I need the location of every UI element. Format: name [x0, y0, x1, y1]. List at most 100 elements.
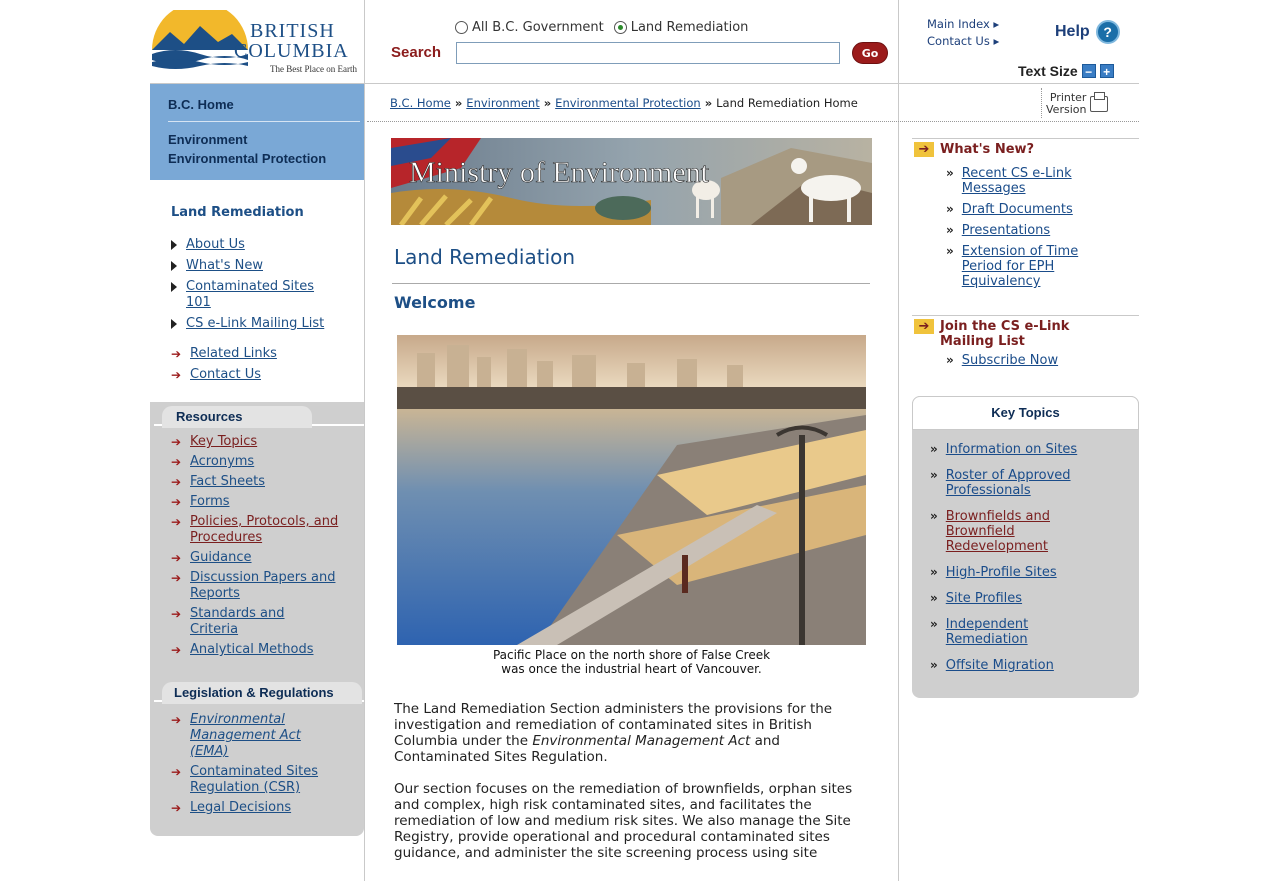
help-button[interactable]: Help ? [1055, 20, 1120, 44]
whats-new-list: » Recent CS e-Link Messages » Draft Docume… [946, 166, 1126, 295]
logo-line2: COLUMBIA [234, 40, 349, 62]
bc-logo[interactable]: BRITISH COLUMBIA The Best Place on Earth [150, 8, 364, 80]
res-key-topics[interactable]: Key Topics [190, 434, 257, 450]
nav-whats-new[interactable]: What's New [186, 258, 263, 274]
caption-line2: was once the industrial heart of Vancouv… [501, 662, 762, 676]
nav-cs-elink-mailing-list[interactable]: CS e-Link Mailing List [186, 316, 324, 332]
res-policies[interactable]: Policies, Protocols, and Procedures [190, 514, 340, 546]
contact-us-top-link[interactable]: Contact Us ▸ [927, 33, 999, 50]
kt-roster[interactable]: Roster of Approved Professionals [946, 468, 1106, 498]
list-item: » Offsite Migration [930, 658, 1130, 673]
arrow-icon: ➔ [171, 643, 182, 657]
list-item: ➔ Forms [171, 494, 340, 510]
kt-brownfields[interactable]: Brownfields and Brownfield Redevelopment [946, 509, 1076, 554]
res-guidance[interactable]: Guidance [190, 550, 252, 566]
double-chevron-icon: » [930, 442, 938, 456]
whats-new-rule [912, 138, 1139, 139]
radio-land-remediation[interactable]: Land Remediation [613, 20, 749, 35]
breadcrumb-environmental-protection[interactable]: Environmental Protection [555, 96, 701, 110]
left-nav-links: ➔ Related Links ➔ Contact Us [171, 346, 277, 388]
list-item: » Independent Remediation [930, 617, 1130, 647]
arrow-icon: ➔ [171, 765, 182, 779]
leg-ema[interactable]: Environmental Management Act (EMA) [190, 712, 330, 760]
search-input[interactable] [456, 42, 840, 64]
kt-information-on-sites[interactable]: Information on Sites [946, 442, 1077, 457]
res-acronyms[interactable]: Acronyms [190, 454, 254, 470]
photo-image [397, 335, 866, 645]
banner-image: Ministry of Environment [391, 138, 872, 225]
list-item: Contaminated Sites 101 [171, 279, 336, 311]
resources-heading: Resources [162, 406, 312, 428]
arrow-icon: ➔ [171, 435, 182, 449]
breadcrumb: B.C. Home » Environment » Environmental … [390, 96, 858, 110]
left-nav-main: Land Remediation About Us What's New Con… [150, 180, 364, 402]
list-item: » Information on Sites [930, 442, 1130, 457]
breadcrumb-environment[interactable]: Environment [466, 96, 539, 110]
printer-label: Printer Version [1046, 91, 1087, 116]
resources-panel: Resources ➔ Key Topics ➔ Acronyms ➔ Fact Sh… [150, 402, 364, 836]
arrow-icon: ➔ [171, 347, 182, 361]
kt-independent-remediation[interactable]: Independent Remediation [946, 617, 1056, 647]
left-divider [364, 0, 365, 881]
list-item: ➔ Legal Decisions [171, 800, 350, 816]
res-fact-sheets[interactable]: Fact Sheets [190, 474, 265, 490]
nav-contact-us[interactable]: Contact Us [190, 367, 261, 383]
list-item: ➔ Contact Us [171, 367, 277, 383]
nav-contaminated-sites-101[interactable]: Contaminated Sites 101 [186, 279, 336, 311]
nav-related-links[interactable]: Related Links [190, 346, 277, 362]
double-chevron-icon: » [930, 617, 938, 631]
text-decrease-icon[interactable]: − [1081, 64, 1096, 79]
bc-home-link[interactable]: B.C. Home [168, 97, 234, 112]
list-item: What's New [171, 258, 336, 274]
text-increase-icon[interactable]: + [1099, 64, 1114, 79]
list-item: » Extension of Time Period for EPH Equiva… [946, 244, 1126, 289]
whats-new-recent-cs[interactable]: Recent CS e-Link Messages [962, 166, 1102, 196]
resources-list: ➔ Key Topics ➔ Acronyms ➔ Fact Sheets ➔ Form… [171, 434, 340, 662]
res-analytical-methods[interactable]: Analytical Methods [190, 642, 314, 658]
breadcrumb-bc-home[interactable]: B.C. Home [390, 96, 451, 110]
subscribe-now-link[interactable]: Subscribe Now [962, 353, 1058, 368]
res-standards[interactable]: Standards and Criteria [190, 606, 320, 638]
kt-offsite-migration[interactable]: Offsite Migration [946, 658, 1054, 673]
kt-high-profile-sites[interactable]: High-Profile Sites [946, 565, 1057, 580]
leg-csr[interactable]: Contaminated Sites Regulation (CSR) [190, 764, 350, 796]
double-chevron-icon: » [946, 244, 954, 258]
ministry-banner: Ministry of Environment [391, 138, 872, 225]
list-item: ➔ Discussion Papers and Reports [171, 570, 340, 602]
printer-version-button[interactable]: Printer Version [1046, 91, 1109, 116]
logo-tagline: The Best Place on Earth [270, 64, 357, 74]
land-remediation-heading: Land Remediation [171, 205, 304, 220]
list-item: ➔ Environmental Management Act (EMA) [171, 712, 350, 760]
main-index-link[interactable]: Main Index ▸ [927, 16, 999, 33]
whats-new-presentations[interactable]: Presentations [962, 223, 1050, 238]
list-item: CS e-Link Mailing List [171, 316, 336, 332]
list-item: ➔ Key Topics [171, 434, 340, 450]
arrow-icon: ➔ [171, 515, 182, 529]
key-topics-list: » Information on Sites » Roster of Approve… [930, 442, 1130, 679]
res-forms[interactable]: Forms [190, 494, 230, 510]
banner-text: Ministry of Environment [409, 156, 710, 189]
list-item: ➔ Fact Sheets [171, 474, 340, 490]
nav-about-us[interactable]: About Us [186, 237, 245, 253]
left-nav-section[interactable]: Environment Environmental Protection [168, 130, 326, 168]
whats-new-extension[interactable]: Extension of Time Period for EPH Equival… [962, 244, 1112, 289]
radio-icon [455, 21, 468, 34]
radio-all-bc-government[interactable]: All B.C. Government [455, 20, 604, 35]
list-item: ➔ Related Links [171, 346, 277, 362]
whats-new-draft-documents[interactable]: Draft Documents [962, 202, 1073, 217]
radio-label: Land Remediation [630, 20, 749, 35]
search-scope-group: All B.C. Government Land Remediation [455, 20, 748, 35]
join-list: » Subscribe Now [946, 353, 1058, 374]
welcome-heading: Welcome [394, 293, 476, 312]
list-item: ➔ Standards and Criteria [171, 606, 340, 638]
list-item: » Draft Documents [946, 202, 1126, 217]
res-discussion-papers[interactable]: Discussion Papers and Reports [190, 570, 340, 602]
top-links: Main Index ▸ Contact Us ▸ [927, 16, 999, 50]
leg-legal-decisions[interactable]: Legal Decisions [190, 800, 291, 816]
kt-site-profiles[interactable]: Site Profiles [946, 591, 1022, 606]
breadcrumb-current: Land Remediation Home [716, 96, 858, 110]
go-button[interactable]: Go [852, 42, 888, 64]
arrow-icon: ➔ [171, 551, 182, 565]
body-text: The Land Remediation Section administers… [394, 701, 866, 877]
arrow-icon: ➔ [914, 319, 934, 334]
